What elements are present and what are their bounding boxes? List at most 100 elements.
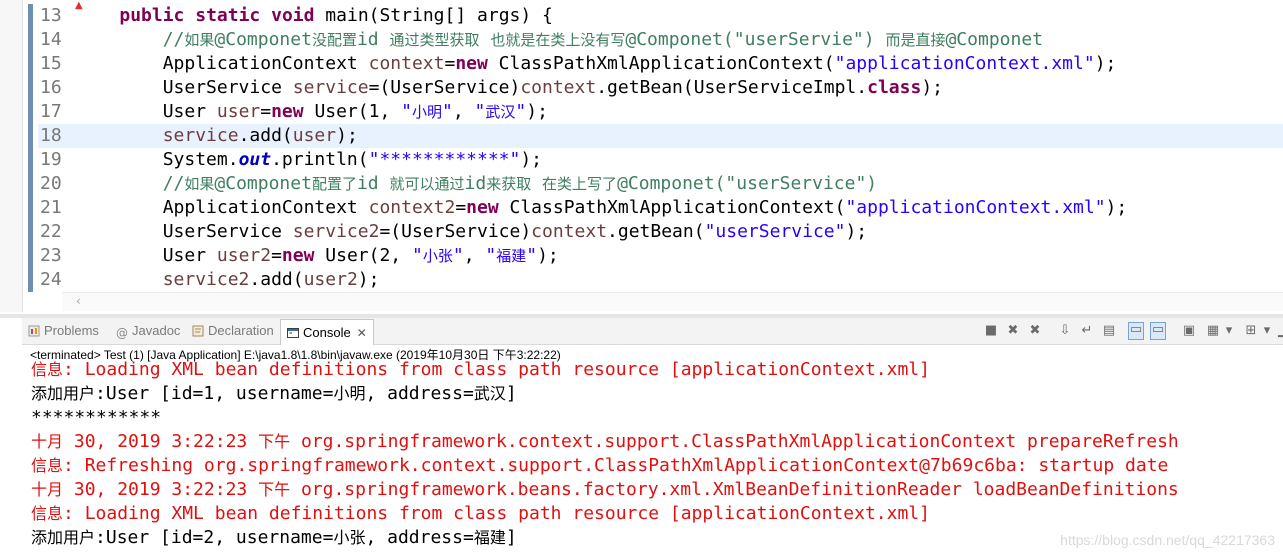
code-token-var: context [531,221,608,242]
line-number: 24 [40,269,62,290]
code-line[interactable]: 18 service.add(user); [28,124,1283,148]
code-text[interactable]: User user=new User(1, "小明", "武汉"); [76,100,548,124]
code-token-var: user [216,101,261,122]
console-stderr-line: 十月 30, 2019 3:22:23 下午 org.springframewo… [31,431,1179,452]
line-number: 18 [40,125,62,146]
code-text[interactable]: UserService service2=(UserService)contex… [76,220,867,244]
remove-launch-icon[interactable]: ✖ [1006,324,1020,338]
code-line[interactable]: 21 ApplicationContext context2=new Class… [28,196,1283,220]
line-number: 22 [40,221,62,242]
change-ruler-marker [28,4,33,28]
line-number: 13 [40,5,62,26]
word-wrap-icon[interactable]: ↵ [1080,324,1094,338]
editor-horizontal-scrollbar[interactable]: ‹ [62,292,1283,311]
code-line[interactable]: 24 service2.add(user2); [28,268,1283,292]
tab-problems[interactable]: Problems [28,318,99,344]
code-token-pl: main(String[] args) { [314,5,553,26]
console-output[interactable]: <terminated> Test (1) [Java Application]… [22,345,1283,558]
code-token-var: service [292,77,369,98]
code-line[interactable]: 22 UserService service2=(UserService)con… [28,220,1283,244]
console-stderr-line: 十月 30, 2019 3:22:23 下午 org.springframewo… [31,479,1179,500]
code-token-pl: ApplicationContext [76,53,369,74]
code-token-pl: =(UserService) [379,221,532,242]
close-icon[interactable]: ✕ [357,326,367,340]
code-token-var: service2 [162,269,250,290]
code-token-pl: ); [526,101,548,122]
clear-console-icon[interactable]: ▤ [1102,324,1116,338]
code-lines[interactable]: 13 public static void main(String[] args… [28,4,1283,292]
code-line[interactable]: 15 ApplicationContext context=new ClassP… [28,52,1283,76]
change-ruler-marker [28,196,33,220]
scroll-left-icon[interactable]: ‹ [76,294,81,308]
code-text[interactable]: service2.add(user2); [76,268,380,292]
code-token-pl: , [452,101,475,122]
tab-declaration-label: Declaration [208,323,274,338]
declaration-icon [192,325,204,337]
console-icon [287,328,299,338]
code-token-kw: public [119,5,185,26]
show-stdout-icon[interactable]: ▭ [1128,322,1144,340]
console-stdout-line: 添加用户:User [id=2, username=小张, address=福建… [31,527,517,548]
code-token-kw: void [271,5,315,26]
code-token-pl: = [455,197,467,218]
change-ruler-marker [28,172,33,196]
console-stderr-line: 信息: Loading XML bean definitions from cl… [31,503,930,524]
code-token-str: "userService" [704,221,846,242]
code-token-pl: ClassPathXmlApplicationContext( [487,53,835,74]
minimize-icon[interactable]: ▁ [1276,324,1283,338]
change-ruler-marker [28,148,33,172]
code-line[interactable]: 17 User user=new User(1, "小明", "武汉"); [28,100,1283,124]
code-text[interactable]: //如果@Componet没配置id 通过类型获取 也就是在类上没有写@Comp… [76,28,1043,52]
change-ruler-marker [28,244,33,268]
code-line[interactable]: 13 public static void main(String[] args… [28,4,1283,28]
change-ruler-marker [28,100,33,124]
pin-console-icon[interactable]: ▣ [1182,324,1196,338]
code-text[interactable]: ApplicationContext context=new ClassPath… [76,52,1117,76]
line-number: 14 [40,29,62,50]
chevron-down-icon[interactable]: ▾ [1260,324,1274,338]
code-text[interactable]: service.add(user); [76,124,358,148]
tab-declaration[interactable]: Declaration [192,318,274,344]
tab-javadoc[interactable]: @ Javadoc [116,318,180,344]
change-ruler-marker [28,28,33,52]
code-line[interactable]: 20 //如果@Componet配置了id 就可以通过id来获取 在类上写了@C… [28,172,1283,196]
code-token-pl: =(UserService) [368,77,521,98]
tab-console[interactable]: Console ✕ [280,319,374,345]
code-token-str: "************" [368,149,521,170]
code-token-pl: User [76,101,217,122]
code-token-var: context [520,77,597,98]
open-console-icon[interactable]: ⊞ [1244,324,1258,338]
change-ruler-marker [28,52,33,76]
code-line[interactable]: 23 User user2=new User(2, "小张", "福建"); [28,244,1283,268]
code-text[interactable]: public static void main(String[] args) { [76,4,553,28]
terminate-icon[interactable]: ■ [984,324,998,338]
code-line[interactable]: 16 UserService service=(UserService)cont… [28,76,1283,100]
code-text[interactable]: ApplicationContext context2=new ClassPat… [76,196,1128,220]
code-token-pl: ); [921,77,943,98]
code-token-pl: = [444,53,456,74]
scroll-lock-icon[interactable]: ⇩ [1058,324,1072,338]
code-text[interactable]: User user2=new User(2, "小张", "福建"); [76,244,559,268]
code-text[interactable]: //如果@Componet配置了id 就可以通过id来获取 在类上写了@Comp… [76,172,877,196]
remove-all-icon[interactable]: ✖ [1028,324,1042,338]
code-token-kw: new [466,197,499,218]
code-token-pl: = [271,245,282,266]
code-text[interactable]: UserService service=(UserService)context… [76,76,943,100]
code-token-pl: .getBean( [607,221,705,242]
code-line[interactable]: 19 System.out.println("************"); [28,148,1283,172]
console-stdout-line: ************ [31,407,162,428]
display-console-icon[interactable]: ▦ [1206,324,1220,338]
code-token-var: user [292,125,337,146]
tab-javadoc-label: Javadoc [132,323,181,338]
chevron-down-icon[interactable]: ▾ [1222,324,1236,338]
code-editor[interactable]: ▲ 13 public static void main(String[] ar… [0,0,1283,312]
code-token-var: service [162,125,239,146]
show-stderr-icon[interactable]: ▭ [1150,322,1166,340]
change-ruler-marker [28,124,33,148]
line-number: 20 [40,173,62,194]
code-text[interactable]: System.out.println("************"); [76,148,542,172]
code-token-pl: User [76,245,217,266]
code-line[interactable]: 14 //如果@Componet没配置id 通过类型获取 也就是在类上没有写@C… [28,28,1283,52]
views-tab-bar: Problems @ Javadoc Declaration Console ✕ ■… [22,318,1283,345]
